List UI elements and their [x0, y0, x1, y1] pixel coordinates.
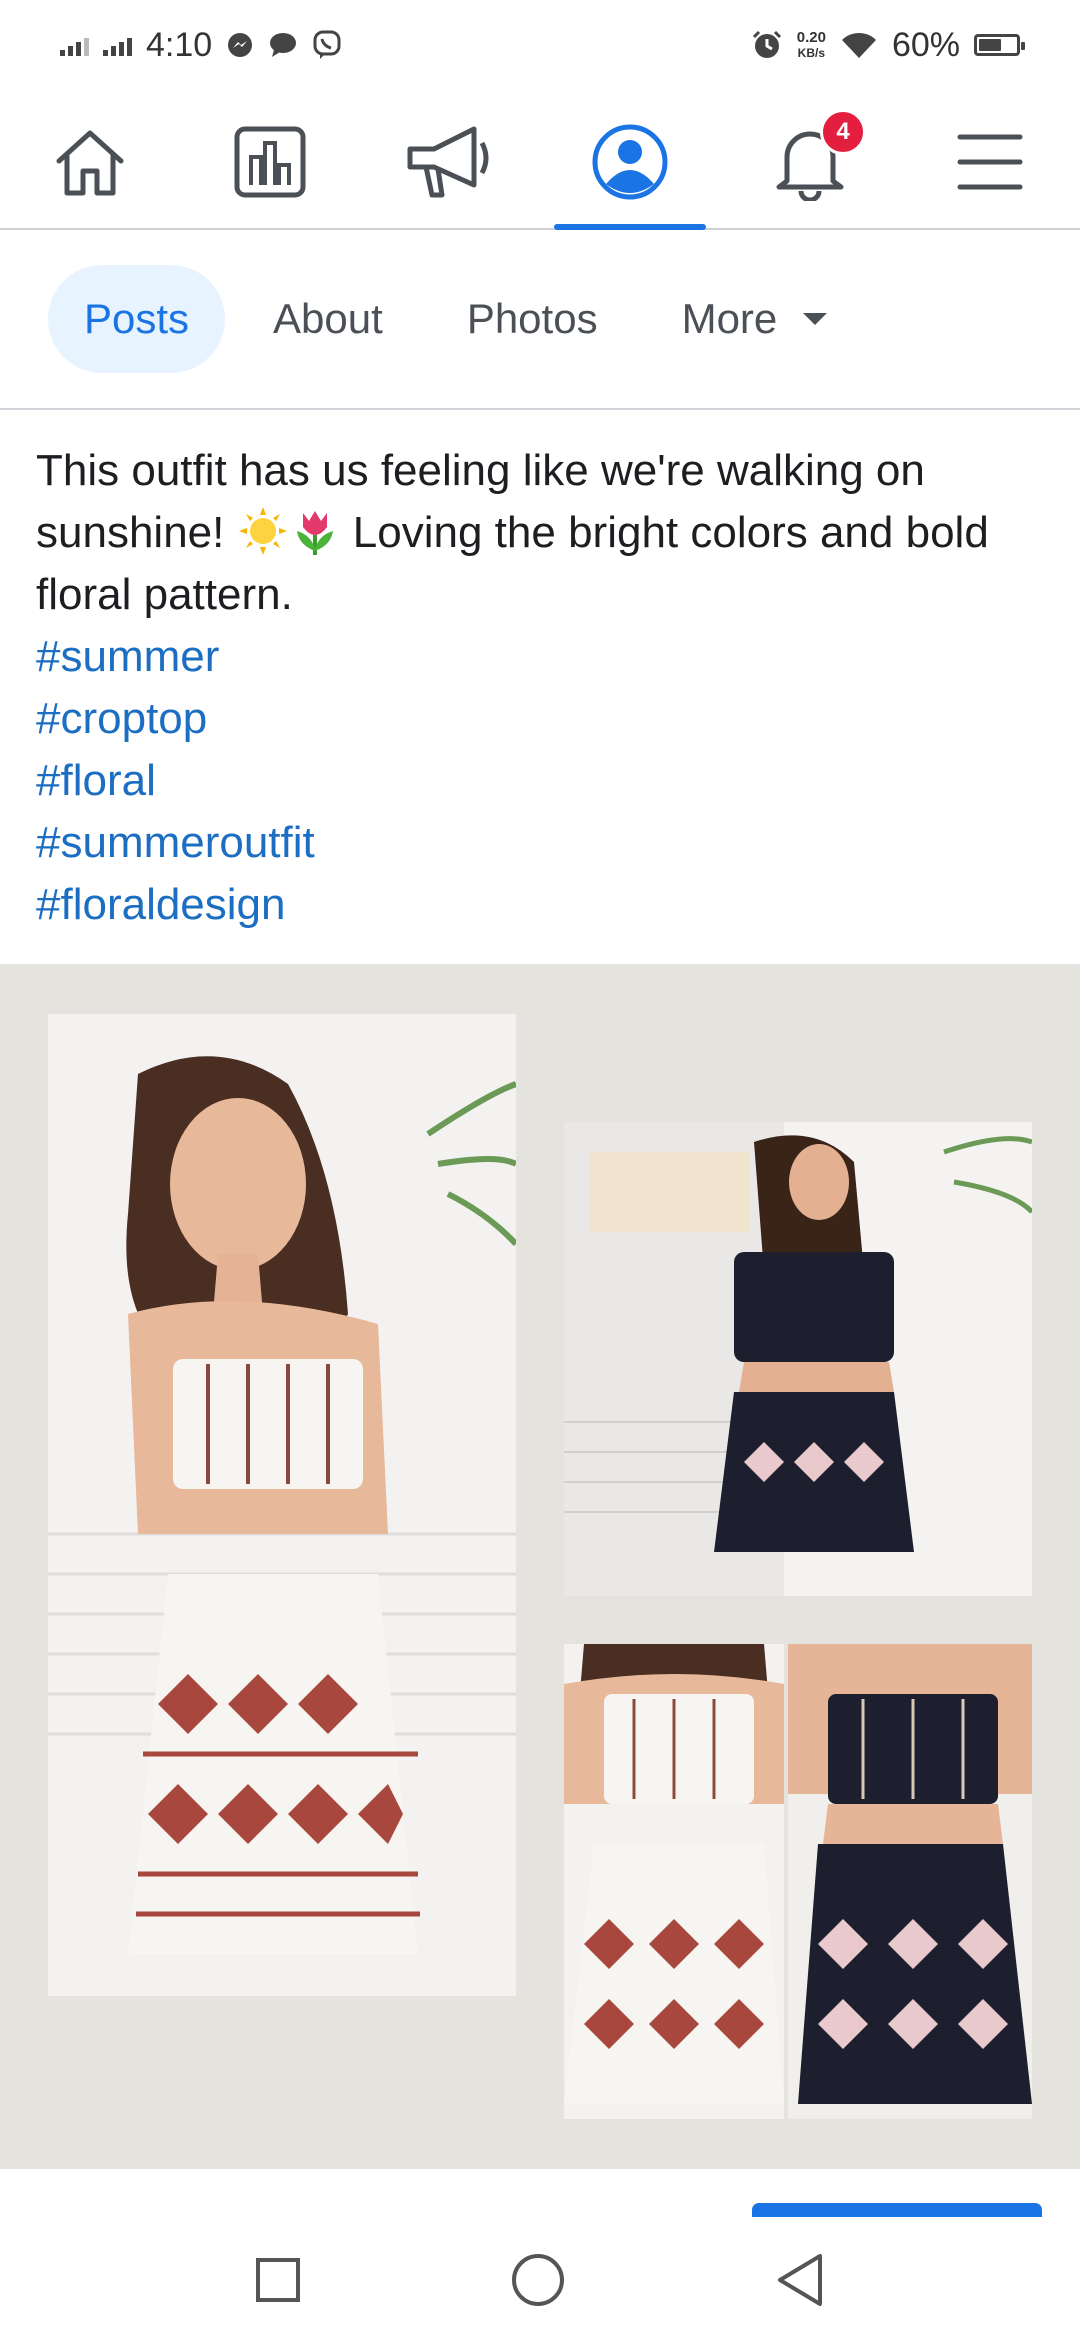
- home-icon: [56, 130, 124, 195]
- profile-tabs: Posts About Photos More: [0, 230, 1080, 410]
- status-time: 4:10: [146, 25, 213, 64]
- cta-button-edge[interactable]: [752, 2203, 1042, 2217]
- wifi-icon: [841, 32, 876, 58]
- tab-photos[interactable]: Photos: [431, 265, 634, 373]
- hashtag-croptop[interactable]: #croptop: [36, 688, 1046, 750]
- photo-white-outfit-closeup: [564, 1644, 784, 2119]
- sun-emoji-icon: [238, 507, 287, 555]
- nav-home[interactable]: [0, 95, 180, 228]
- net-speed: 0.20 KB/s: [797, 30, 826, 61]
- tab-posts[interactable]: Posts: [48, 265, 226, 373]
- post-text: This outfit has us feeling like we're wa…: [36, 440, 1046, 936]
- photo-main[interactable]: [48, 1014, 516, 1996]
- profile-icon: [592, 124, 668, 199]
- messenger-icon: [228, 33, 253, 57]
- status-right: 0.20 KB/s 60%: [751, 25, 1025, 65]
- hashtag-summeroutfit[interactable]: #summeroutfit: [36, 812, 1046, 874]
- photo-back-view[interactable]: [564, 1122, 1032, 1596]
- signal-icon: [60, 34, 89, 56]
- photo-white-outfit: [48, 1014, 516, 1996]
- net-speed-unit: KB/s: [797, 45, 825, 60]
- nav-notifications[interactable]: 4: [720, 95, 900, 228]
- menu-icon: [957, 134, 1023, 189]
- battery-icon: [974, 34, 1025, 56]
- post-media[interactable]: [0, 964, 1080, 2169]
- nav-pages[interactable]: [180, 95, 360, 228]
- pages-icon: [234, 126, 306, 197]
- home-circle-icon[interactable]: [510, 2252, 566, 2308]
- net-speed-value: 0.20: [796, 28, 826, 46]
- back-icon[interactable]: [774, 2252, 826, 2308]
- photo-navy-outfit-back: [564, 1122, 1032, 1596]
- nav-menu[interactable]: [900, 95, 1080, 228]
- signal-icon-2: [103, 34, 132, 56]
- recents-icon[interactable]: [254, 2256, 302, 2304]
- hashtag-floraldesign[interactable]: #floraldesign: [36, 874, 1046, 936]
- photo-navy-outfit-front[interactable]: [788, 1644, 1032, 2119]
- notification-badge: 4: [820, 109, 866, 155]
- photo-navy-outfit-closeup: [788, 1644, 1032, 2119]
- battery-fill: [979, 39, 1001, 51]
- nav-ads[interactable]: [360, 95, 540, 228]
- caret-down-icon: [803, 313, 828, 325]
- status-bar: 4:10 0.20 KB/s 60%: [0, 0, 1080, 90]
- system-navigation: [0, 2220, 1080, 2340]
- nav-profile[interactable]: [540, 95, 720, 230]
- status-left: 4:10: [60, 26, 342, 65]
- chat-icon: [270, 33, 297, 57]
- hashtag-floral[interactable]: #floral: [36, 750, 1046, 812]
- tulip-emoji-icon: [296, 511, 333, 555]
- viber-icon: [313, 30, 341, 59]
- top-navigation: 4: [0, 95, 1080, 230]
- post-message: This outfit has us feeling like we're wa…: [36, 440, 1046, 626]
- tab-more-label: More: [681, 295, 778, 342]
- photo-white-outfit-detail[interactable]: [564, 1644, 784, 2119]
- battery-text: 60%: [891, 25, 960, 64]
- tab-more[interactable]: More: [646, 265, 864, 373]
- hashtag-summer[interactable]: #summer: [36, 626, 1046, 688]
- megaphone-icon: [407, 126, 489, 197]
- alarm-icon: [752, 30, 781, 58]
- tab-about[interactable]: About: [237, 265, 419, 373]
